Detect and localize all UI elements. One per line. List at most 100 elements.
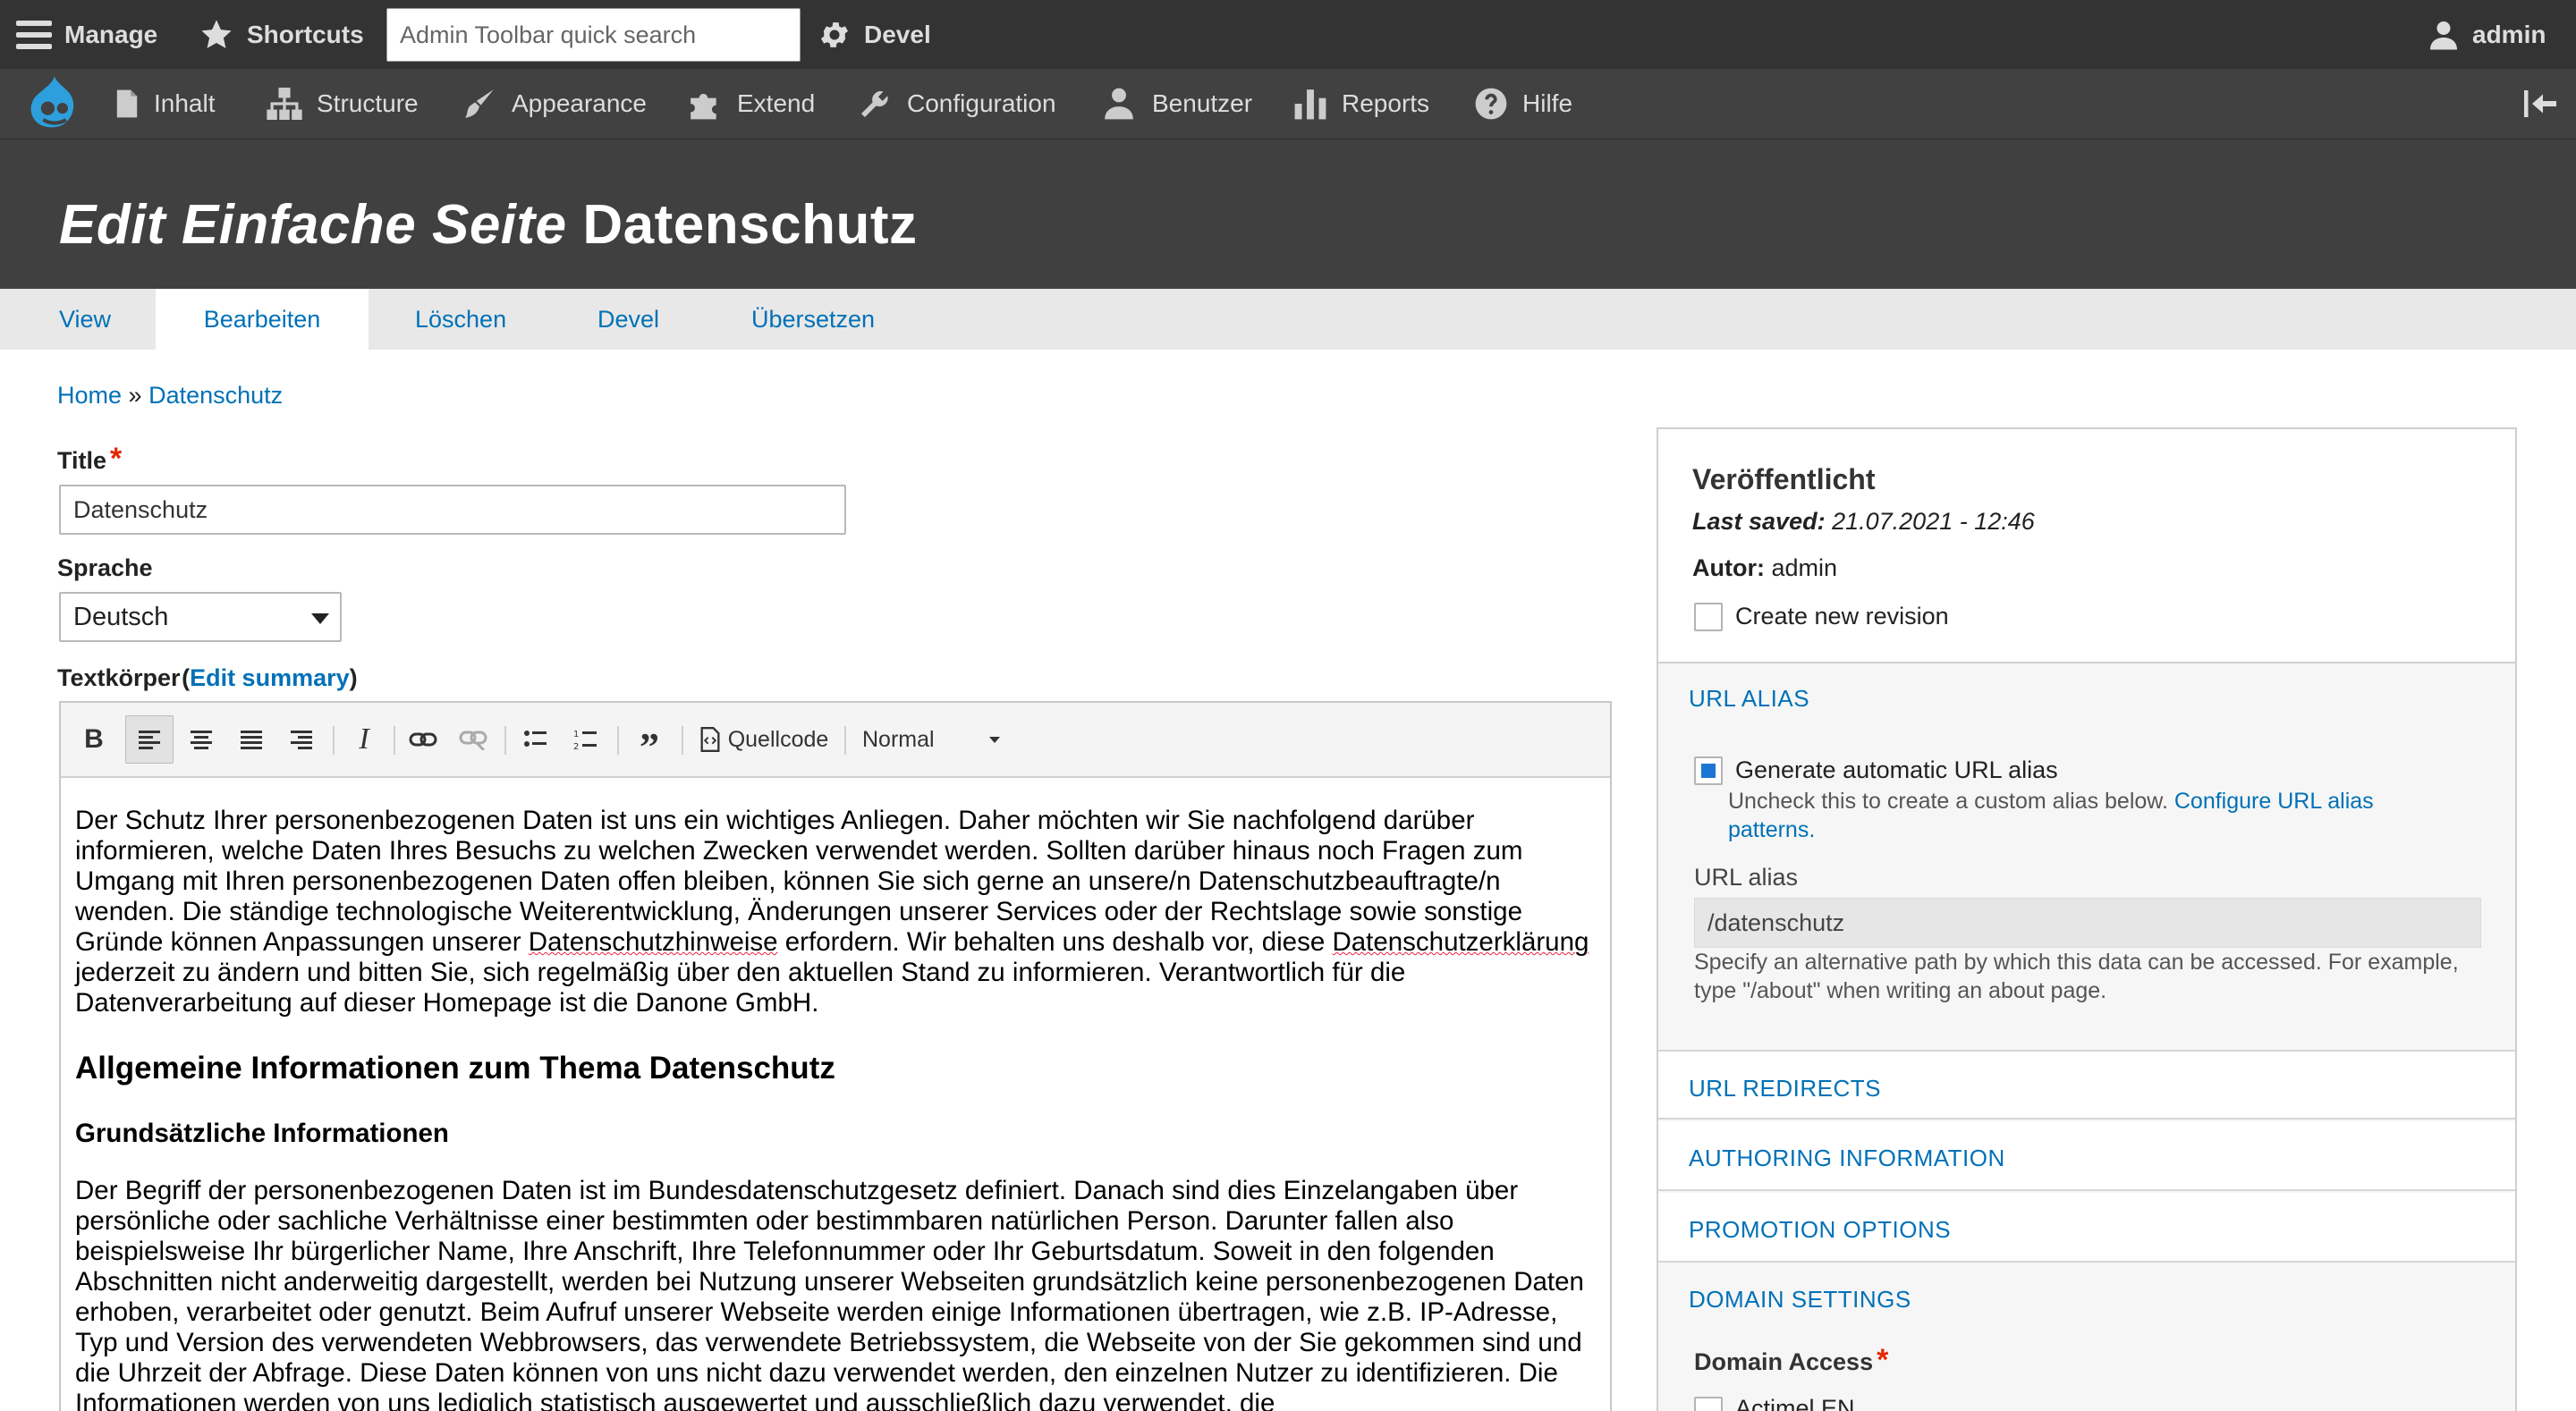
- toolbar-search-input[interactable]: Admin Toolbar quick search: [386, 8, 801, 62]
- italic-icon: I: [359, 722, 369, 756]
- tray-item-label: Configuration: [907, 89, 1056, 117]
- bulleted-list-icon: [524, 731, 547, 747]
- tray-item-structure[interactable]: Structure: [267, 69, 419, 139]
- align-justify-button[interactable]: [227, 715, 275, 764]
- drupal-icon: [30, 76, 74, 128]
- tab-devel[interactable]: Devel: [597, 289, 659, 350]
- align-right-button[interactable]: [277, 715, 326, 764]
- domain-access-label: Domain Access *: [1694, 1343, 1888, 1383]
- entity-meta-sidebar: Veröffentlicht Last saved: 21.07.2021 - …: [1657, 427, 2517, 1411]
- configure-alias-link[interactable]: Configure URL alias: [2174, 789, 2374, 814]
- domain-settings-summary[interactable]: DOMAIN SETTINGS: [1689, 1286, 1911, 1314]
- editor-content[interactable]: Der Schutz Ihrer personenbezogenen Daten…: [75, 806, 1596, 1411]
- bold-button[interactable]: B: [72, 715, 116, 764]
- promotion-summary[interactable]: PROMOTION OPTIONS: [1658, 1193, 2515, 1263]
- tray-item-benutzer[interactable]: Benutzer: [1100, 69, 1252, 139]
- devel-button[interactable]: Devel: [818, 0, 931, 69]
- tab-uebersetzen[interactable]: Übersetzen: [751, 289, 875, 350]
- puzzle-icon: [691, 93, 716, 120]
- blockquote-button[interactable]: ”: [624, 715, 674, 769]
- chevron-down-icon: [311, 613, 329, 624]
- title-label: Title *: [57, 442, 122, 482]
- toolbar-separator: [394, 726, 395, 755]
- required-marker: *: [1877, 1343, 1889, 1377]
- paren-close: ): [349, 664, 358, 691]
- last-saved-label: Last saved:: [1692, 508, 1826, 535]
- tab-bearbeiten[interactable]: Bearbeiten: [156, 289, 369, 350]
- source-code-icon: [700, 727, 720, 752]
- shortcuts-label: Shortcuts: [247, 20, 364, 48]
- domain-checkbox[interactable]: [1694, 1397, 1723, 1411]
- align-left-button[interactable]: [125, 715, 174, 764]
- edit-summary-link[interactable]: Edit summary: [190, 664, 350, 691]
- section-title: AUTHORING INFORMATION: [1689, 1145, 2005, 1171]
- tray-item-label: Extend: [737, 89, 816, 117]
- bold-icon: B: [84, 724, 104, 754]
- url-alias-label: URL alias: [1694, 864, 1799, 891]
- tray-orientation-toggle[interactable]: [2522, 69, 2572, 139]
- tray-item-label: Inhalt: [154, 89, 216, 117]
- breadcrumb-home[interactable]: Home: [57, 382, 122, 409]
- url-alias-input[interactable]: /datenschutz: [1694, 898, 2481, 948]
- align-center-button[interactable]: [177, 715, 225, 764]
- tab-label: Löschen: [415, 305, 507, 333]
- numbered-list-button[interactable]: 12: [562, 715, 610, 764]
- people-icon: [1105, 88, 1133, 120]
- manage-button[interactable]: Manage: [16, 0, 157, 69]
- unlink-button[interactable]: [449, 715, 497, 764]
- url-alias-summary[interactable]: URL ALIAS: [1689, 685, 1809, 713]
- tab-loeschen[interactable]: Löschen: [415, 289, 506, 350]
- tab-label: Übersetzen: [751, 305, 876, 333]
- language-select[interactable]: Deutsch: [59, 592, 342, 642]
- tray-item-appearance[interactable]: Appearance: [462, 69, 647, 139]
- bulleted-list-button[interactable]: [512, 715, 560, 764]
- quote-icon: ”: [640, 724, 659, 769]
- spellcheck-word: Datenschutzerklärung: [1332, 927, 1589, 957]
- tab-view[interactable]: View: [59, 289, 111, 350]
- spellcheck-word: Datenschutzhinweise: [528, 927, 778, 957]
- tray-item-reports[interactable]: Reports: [1293, 69, 1429, 139]
- domain-access-label-text: Domain Access: [1694, 1348, 1874, 1375]
- entity-meta-header: Veröffentlicht Last saved: 21.07.2021 - …: [1658, 429, 2515, 663]
- page-title-type: Edit Einfache Seite: [59, 194, 567, 256]
- editor-toolbar: B I 12 ” Quellcode Normal: [61, 703, 1610, 778]
- body-text: erfordern. Wir behalten uns deshalb vor,…: [777, 927, 1333, 957]
- numbered-list-icon: 12: [573, 730, 597, 751]
- user-menu-button[interactable]: admin: [2428, 0, 2546, 69]
- italic-button[interactable]: I: [340, 715, 388, 764]
- link-button[interactable]: [399, 715, 447, 764]
- title-input[interactable]: Datenschutz: [59, 485, 846, 535]
- format-select-value: Normal: [862, 726, 935, 752]
- source-button[interactable]: Quellcode: [689, 715, 839, 764]
- tray-item-inhalt[interactable]: Inhalt: [114, 69, 216, 139]
- source-label: Quellcode: [727, 726, 829, 752]
- breadcrumb: Home » Datenschutz: [57, 382, 283, 410]
- author-value: admin: [1771, 554, 1838, 581]
- drupal-logo[interactable]: [27, 69, 97, 139]
- configure-alias-link-cont[interactable]: patterns.: [1728, 817, 1815, 843]
- generate-alias-checkbox[interactable]: [1694, 756, 1723, 785]
- devel-label: Devel: [864, 20, 931, 48]
- tab-label: View: [59, 305, 112, 333]
- unlink-icon: [459, 731, 487, 750]
- url-redirects-summary[interactable]: URL REDIRECTS: [1658, 1050, 2515, 1120]
- body-text: jederzeit zu ändern und bitten Sie, sich…: [75, 958, 1406, 1018]
- shortcuts-button[interactable]: Shortcuts: [199, 0, 364, 69]
- url-alias-description-2: type "/about" when writing an about page…: [1694, 978, 2107, 1003]
- domain-option-label: Actimel EN: [1735, 1395, 1855, 1411]
- generate-alias-description: Uncheck this to create a custom alias be…: [1728, 789, 2374, 815]
- language-select-value: Deutsch: [73, 602, 169, 631]
- authoring-summary[interactable]: AUTHORING INFORMATION: [1658, 1121, 2515, 1191]
- breadcrumb-current[interactable]: Datenschutz: [148, 382, 283, 409]
- url-alias-description-1: Specify an alternative path by which thi…: [1694, 950, 2459, 975]
- user-label: admin: [2472, 20, 2546, 48]
- body-label: Textkörper (Edit summary): [57, 664, 358, 692]
- format-select[interactable]: Normal: [852, 715, 1013, 764]
- wrench-icon: [860, 91, 888, 118]
- tray-item-hilfe[interactable]: Hilfe: [1474, 69, 1572, 139]
- tray-item-configuration[interactable]: Configuration: [857, 69, 1056, 139]
- brush-icon: [465, 89, 494, 118]
- revision-checkbox[interactable]: [1694, 603, 1723, 631]
- configure-alias-link-text[interactable]: patterns.: [1728, 817, 1815, 842]
- tray-item-extend[interactable]: Extend: [687, 69, 815, 139]
